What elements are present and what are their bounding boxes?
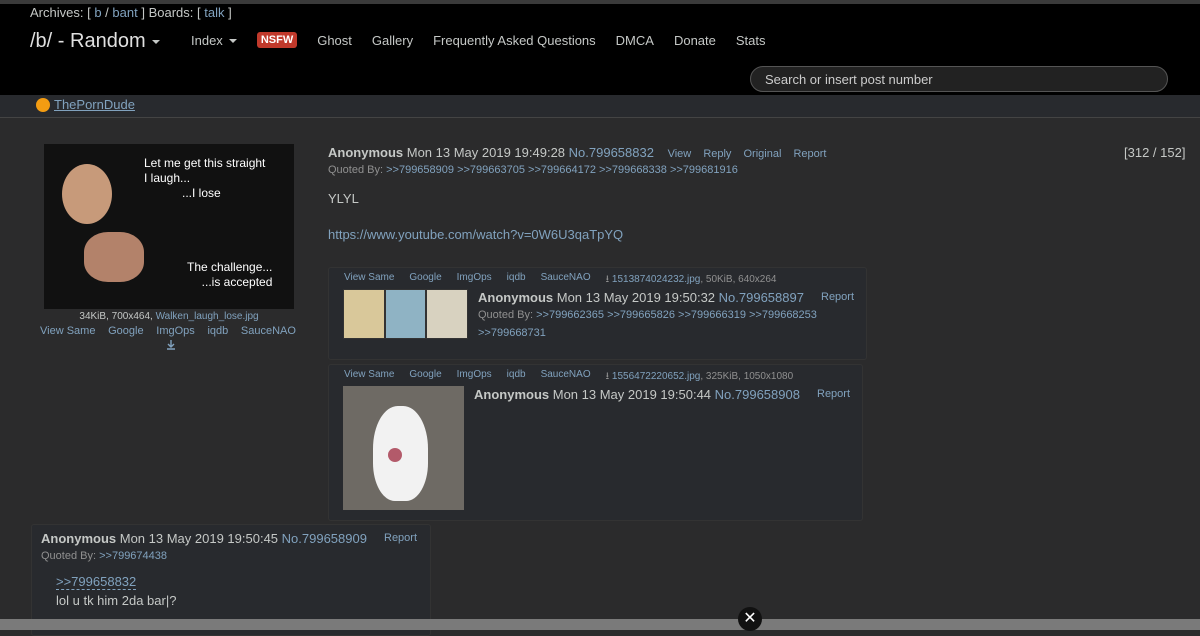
saucenao-link[interactable]: SauceNAO [541,369,591,386]
imgops-link[interactable]: ImgOps [457,272,492,289]
download-icon[interactable] [166,340,176,350]
cat-mouth [388,448,402,462]
nav-dmca[interactable]: DMCA [616,33,654,48]
report-link[interactable]: Report [817,388,850,400]
reply-header: Anonymous Mon 13 May 2019 19:50:44 No.79… [474,387,800,402]
quoted-by-links[interactable]: >>799662365 >>799665826 >>799666319 >>79… [536,309,817,321]
chevron-down-icon [151,39,160,44]
imgops-link[interactable]: ImgOps [457,369,492,386]
poster-name: Anonymous [41,531,117,546]
quoted-by: Quoted By: >>799662365 >>799665826 >>799… [478,309,817,321]
post-date: Mon 13 May 2019 19:50:45 [119,531,279,546]
quoted-by: Quoted By: >>799658909 >>799663705 >>799… [328,164,738,176]
reply-link[interactable]: Reply [703,148,731,160]
view-link[interactable]: View [668,148,692,160]
reply-header: Anonymous Mon 13 May 2019 19:50:32 No.79… [478,290,804,305]
quoted-by-links[interactable]: >>799658909 >>799663705 >>799664172 >>79… [386,164,738,176]
quoted-by-links[interactable]: >>799674438 [99,550,167,562]
search-input[interactable] [750,66,1168,92]
op-image-links: View Same Google ImgOps iqdb SauceNAO [40,325,296,337]
post-date: Mon 13 May 2019 19:50:32 [556,290,716,305]
saucenao-link[interactable]: SauceNAO [541,272,591,289]
op-header: Anonymous Mon 13 May 2019 19:49:28 No.79… [328,145,836,176]
report-link[interactable]: Report [384,532,417,544]
post-counter: [312 / 152] [1124,145,1186,160]
porndude-icon [36,97,50,112]
reply-post: View Same Google ImgOps iqdb SauceNAO ⭳ … [328,267,867,360]
nav-stats[interactable]: Stats [736,33,766,48]
reply-thumbnail[interactable] [343,386,464,510]
file-info: ⭳ 1556472220652.jpg, 325KiB, 1050x1080 [605,371,794,382]
quoted-by: Quoted By: >>799674438 [41,550,168,562]
quoted-by-cont: >>799668731 [478,327,546,339]
download-icon[interactable]: ⭳ [606,371,610,382]
post-date: Mon 13 May 2019 19:50:44 [552,387,712,402]
google-link[interactable]: Google [409,272,441,289]
main-nav: Index NSFW Ghost Gallery Frequently Aske… [191,32,786,48]
reply-header: Anonymous Mon 13 May 2019 19:50:45 No.79… [41,531,367,546]
post-text: lol u tk him 2da bar|? [56,593,177,608]
post-number[interactable]: No.799658909 [282,531,367,546]
original-link[interactable]: Original [744,148,782,160]
nav-ghost[interactable]: Ghost [317,33,352,48]
youtube-link[interactable]: https://www.youtube.com/watch?v=0W6U3qaT… [328,227,623,242]
close-icon[interactable]: ✕ [738,607,762,631]
view-same-link[interactable]: View Same [40,325,95,337]
view-same-link[interactable]: View Same [344,369,394,386]
reply-image-links: View Same Google ImgOps iqdb SauceNAO ⭳ … [344,272,777,289]
reply-image-links: View Same Google ImgOps iqdb SauceNAO ⭳ … [344,369,793,386]
nav-donate[interactable]: Donate [674,33,716,48]
nsfw-badge: NSFW [256,32,298,48]
nav-faq[interactable]: Frequently Asked Questions [433,33,596,48]
poster-name: Anonymous [474,387,550,402]
post-number[interactable]: No.799658897 [719,290,804,305]
reply-post: View Same Google ImgOps iqdb SauceNAO ⭳ … [328,364,863,521]
report-link[interactable]: Report [821,291,854,303]
google-link[interactable]: Google [409,369,441,386]
ad-link[interactable]: ThePornDude [36,97,135,112]
board-selector[interactable]: /b/ - Random [30,30,160,53]
archive-b-link[interactable]: b [94,5,101,20]
chevron-down-icon [228,39,237,44]
reply-filename[interactable]: 1556472220652.jpg [612,371,700,382]
download-icon[interactable]: ⭳ [606,274,610,285]
post-text: YLYL [328,191,359,206]
post-number[interactable]: No.799658908 [715,387,800,402]
post-actions: View Reply Original Report [668,148,836,160]
file-info: ⭳ 1513874024232.jpg, 50KiB, 640x264 [605,274,777,285]
thumb-face [62,164,112,224]
quote-link[interactable]: >>799658832 [56,574,137,590]
imgops-link[interactable]: ImgOps [156,325,195,337]
archives-bar: Archives: [ b / bant ] Boards: [ talk ] [30,5,232,20]
op-thumbnail[interactable]: Let me get this straight I laugh... ...I… [44,144,294,309]
poster-name: Anonymous [328,145,404,160]
quoted-by-links[interactable]: >>799668731 [478,327,546,339]
post-date: Mon 13 May 2019 19:49:28 [406,145,566,160]
post-number[interactable]: No.799658832 [569,145,654,160]
thumb-text-top: Let me get this straight I laugh... ...I… [144,156,266,200]
iqdb-link[interactable]: iqdb [507,272,526,289]
report-link[interactable]: Report [793,148,826,160]
nav-index[interactable]: Index [191,33,237,48]
iqdb-link[interactable]: iqdb [207,325,228,337]
ad-strip: ThePornDude [0,95,1200,118]
saucenao-link[interactable]: SauceNAO [241,325,296,337]
op-file-meta: 34KiB, 700x464, Walken_laugh_lose.jpg [79,311,259,322]
view-same-link[interactable]: View Same [344,272,394,289]
reply-thumbnail[interactable] [343,289,468,339]
op-filename[interactable]: Walken_laugh_lose.jpg [156,311,259,322]
board-talk-link[interactable]: talk [204,5,224,20]
poster-name: Anonymous [478,290,554,305]
board-title: /b/ - Random [30,30,146,52]
thumb-hands [84,232,144,282]
iqdb-link[interactable]: iqdb [507,369,526,386]
nav-gallery[interactable]: Gallery [372,33,413,48]
reply-filename[interactable]: 1513874024232.jpg [612,274,700,285]
archive-bant-link[interactable]: bant [112,5,137,20]
google-link[interactable]: Google [108,325,143,337]
thumb-text-bottom: The challenge... ...is accepted [187,260,273,289]
bottom-ad-banner[interactable] [0,619,1200,630]
